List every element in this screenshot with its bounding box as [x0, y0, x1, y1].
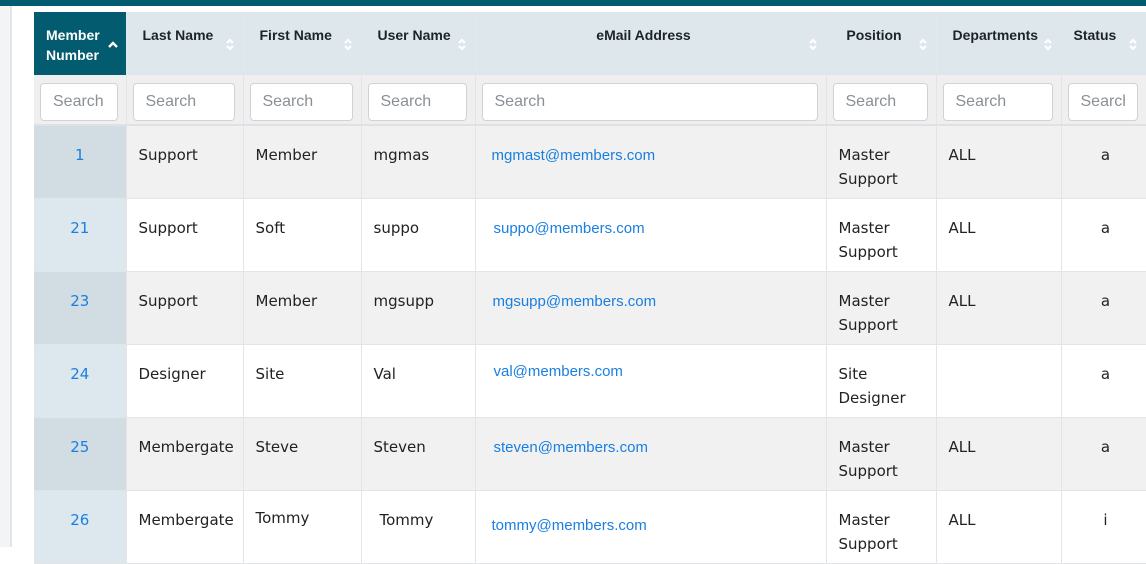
- position-cell: Master Support: [826, 198, 937, 272]
- member-number-cell[interactable]: 25: [34, 417, 127, 491]
- search-input-departments[interactable]: [942, 83, 1053, 121]
- column-header-email[interactable]: eMail Address: [475, 12, 827, 75]
- column-header-position[interactable]: Position: [826, 12, 937, 75]
- members-table-container: Member Number Last Name First Name User N…: [34, 12, 1146, 564]
- user-name-cell: Steven: [361, 417, 476, 491]
- column-header-member-number[interactable]: Member Number: [34, 12, 127, 75]
- table-row[interactable]: 23 Support Member mgsupp mgsupp@members.…: [34, 271, 1146, 345]
- status-cell: a: [1061, 271, 1146, 345]
- email-cell: val@members.com: [475, 344, 827, 418]
- position-cell: Master Support: [826, 271, 937, 345]
- table-row[interactable]: 26 Membergate Tommy Tommy tommy@members.…: [34, 490, 1146, 564]
- sort-unsorted-icon[interactable]: [808, 36, 818, 52]
- user-name-cell: Val: [361, 344, 476, 418]
- column-header-last-name[interactable]: Last Name: [126, 12, 244, 75]
- email-link[interactable]: val@members.com: [476, 345, 826, 384]
- column-header-first-name[interactable]: First Name: [243, 12, 362, 75]
- top-bar: [0, 0, 1146, 6]
- status-cell: a: [1061, 125, 1146, 199]
- members-table: Member Number Last Name First Name User N…: [34, 12, 1146, 564]
- last-name-cell: Support: [126, 198, 244, 272]
- user-name-cell: Tommy: [361, 490, 476, 564]
- email-link[interactable]: steven@members.com: [476, 418, 826, 460]
- member-number-cell[interactable]: 1: [34, 125, 127, 199]
- member-number-cell[interactable]: 26: [34, 490, 127, 564]
- sort-unsorted-icon[interactable]: [1128, 36, 1138, 52]
- member-number-cell[interactable]: 23: [34, 271, 127, 345]
- member-number-link[interactable]: 1: [34, 126, 126, 167]
- search-input-status[interactable]: [1067, 83, 1138, 121]
- member-number-cell[interactable]: 21: [34, 198, 127, 272]
- email-cell: steven@members.com: [475, 417, 827, 491]
- search-input-first-name[interactable]: [249, 83, 353, 121]
- last-name-cell: Support: [126, 271, 244, 345]
- search-input-email[interactable]: [481, 83, 818, 121]
- status-cell: i: [1061, 490, 1146, 564]
- first-name-cell: Soft: [243, 198, 362, 272]
- email-cell: mgsupp@members.com: [475, 271, 827, 345]
- sort-unsorted-icon[interactable]: [225, 36, 235, 52]
- last-name-cell: Designer: [126, 344, 244, 418]
- user-name-cell: mgsupp: [361, 271, 476, 345]
- table-row[interactable]: 24 Designer Site Val val@members.com Sit…: [34, 344, 1146, 418]
- member-number-link[interactable]: 26: [34, 491, 126, 532]
- position-cell: Master Support: [826, 417, 937, 491]
- user-name-cell: mgmas: [361, 125, 476, 199]
- email-link[interactable]: mgmast@members.com: [476, 126, 826, 168]
- sort-unsorted-icon[interactable]: [918, 36, 928, 52]
- table-row[interactable]: 25 Membergate Steve Steven steven@member…: [34, 417, 1146, 491]
- departments-cell: ALL: [936, 417, 1062, 491]
- position-cell: Master Support: [826, 490, 937, 564]
- user-name-cell: suppo: [361, 198, 476, 272]
- table-row[interactable]: 1 Support Member mgmas mgmast@members.co…: [34, 125, 1146, 199]
- first-name-cell: Steve: [243, 417, 362, 491]
- email-link[interactable]: suppo@members.com: [476, 199, 826, 241]
- last-name-cell: Support: [126, 125, 244, 199]
- departments-cell: ALL: [936, 198, 1062, 272]
- sort-unsorted-icon[interactable]: [1043, 36, 1053, 52]
- table-row[interactable]: 21 Support Soft suppo suppo@members.com …: [34, 198, 1146, 272]
- last-name-cell: Membergate: [126, 417, 244, 491]
- email-cell: suppo@members.com: [475, 198, 827, 272]
- member-number-link[interactable]: 25: [34, 418, 126, 459]
- email-link[interactable]: tommy@members.com: [476, 491, 826, 538]
- status-cell: a: [1061, 198, 1146, 272]
- departments-cell: ALL: [936, 125, 1062, 199]
- position-cell: Site Designer: [826, 344, 937, 418]
- search-input-last-name[interactable]: [132, 83, 235, 121]
- column-header-status[interactable]: Status: [1061, 12, 1146, 75]
- first-name-cell: Member: [243, 125, 362, 199]
- departments-cell: ALL: [936, 271, 1062, 345]
- member-number-link[interactable]: 21: [34, 199, 126, 240]
- member-number-link[interactable]: 24: [34, 345, 126, 386]
- column-header-departments[interactable]: Departments: [936, 12, 1062, 75]
- search-row: [34, 75, 1146, 126]
- status-cell: a: [1061, 344, 1146, 418]
- column-header-user-name[interactable]: User Name: [361, 12, 476, 75]
- left-gutter: [0, 6, 12, 547]
- email-cell: mgmast@members.com: [475, 125, 827, 199]
- sort-unsorted-icon[interactable]: [343, 36, 353, 52]
- search-input-member-number[interactable]: [40, 83, 118, 121]
- member-number-link[interactable]: 23: [34, 272, 126, 313]
- email-cell: tommy@members.com: [475, 490, 827, 564]
- first-name-cell: Site: [243, 344, 362, 418]
- last-name-cell: Membergate: [126, 490, 244, 564]
- email-link[interactable]: mgsupp@members.com: [476, 272, 826, 314]
- sort-ascending-icon[interactable]: [107, 36, 118, 52]
- first-name-cell: Member: [243, 271, 362, 345]
- sort-unsorted-icon[interactable]: [457, 36, 467, 52]
- member-number-cell[interactable]: 24: [34, 344, 127, 418]
- departments-cell: ALL: [936, 490, 1062, 564]
- status-cell: a: [1061, 417, 1146, 491]
- search-input-position[interactable]: [832, 83, 928, 121]
- header-row: Member Number Last Name First Name User N…: [34, 12, 1146, 75]
- first-name-cell: Tommy: [243, 490, 362, 564]
- position-cell: Master Support: [826, 125, 937, 199]
- search-input-user-name[interactable]: [367, 83, 467, 121]
- departments-cell: [936, 344, 1062, 418]
